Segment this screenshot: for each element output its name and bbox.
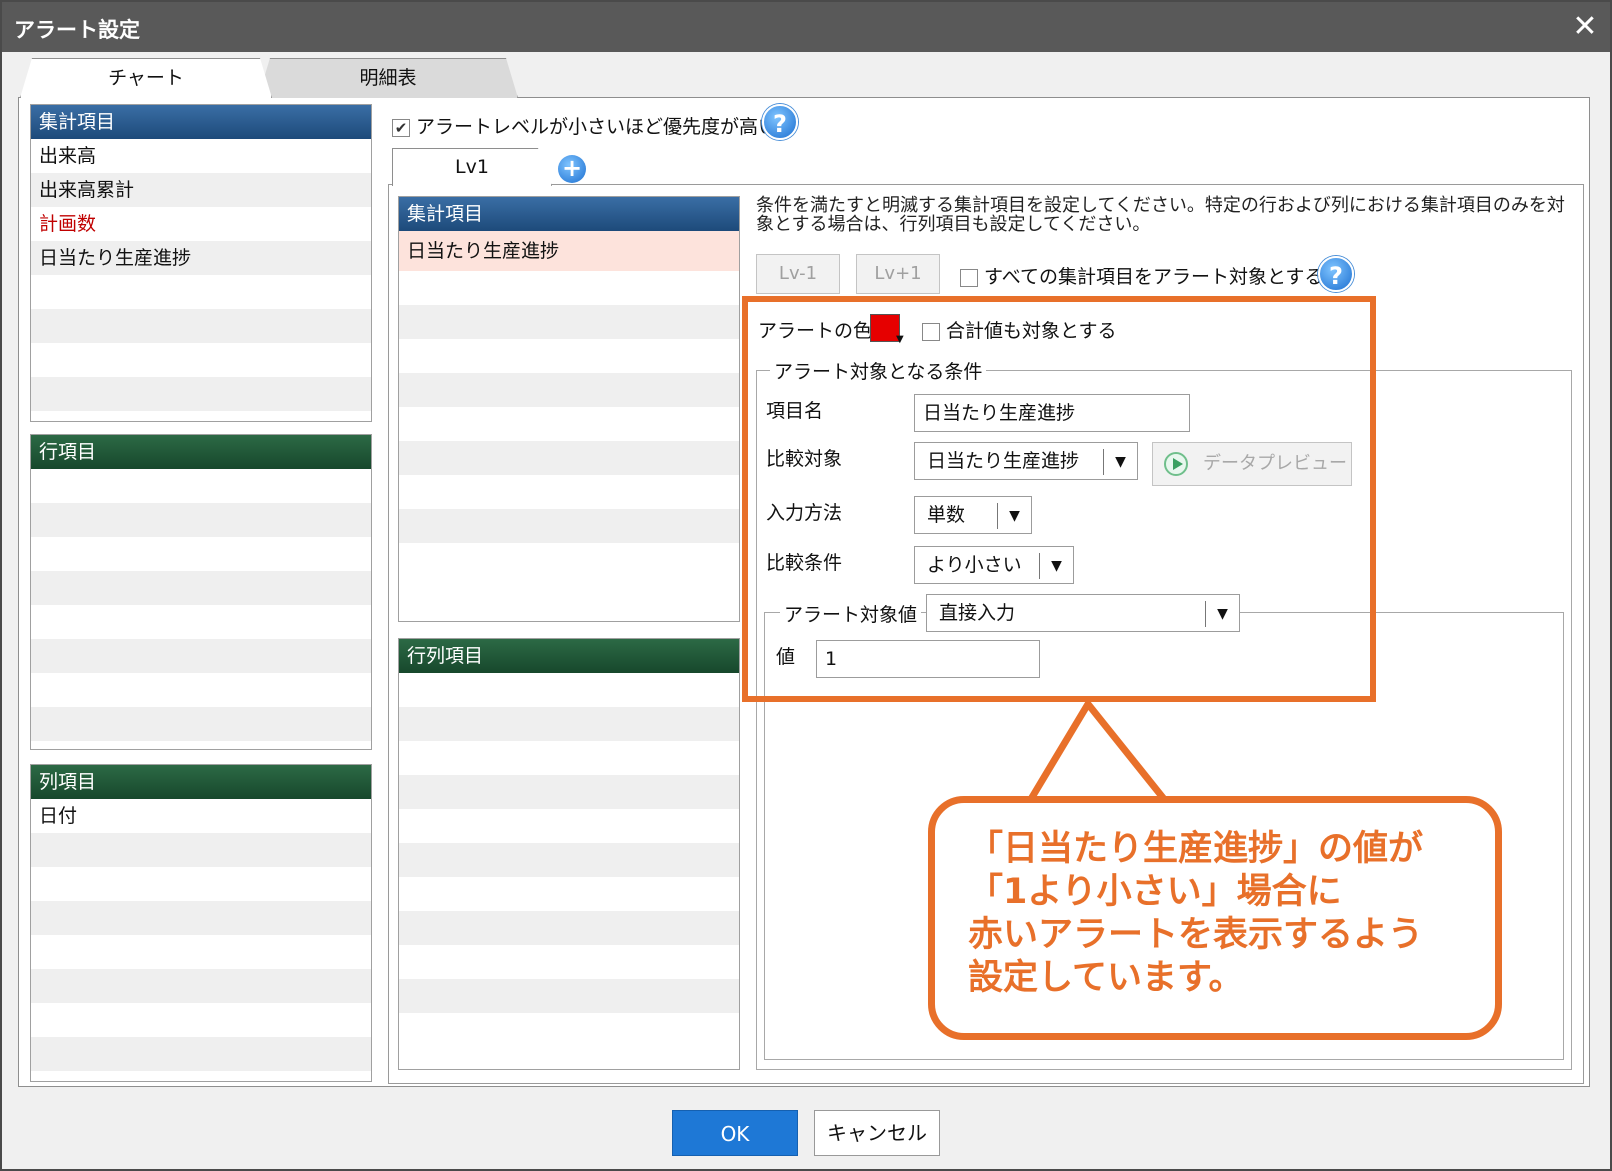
list-item[interactable]: 計画数 bbox=[31, 207, 371, 241]
help-icon[interactable]: ? bbox=[1318, 256, 1354, 292]
callout-line: 「日当たり生産進捗」の値が bbox=[968, 829, 1424, 869]
list-item-empty bbox=[31, 867, 371, 901]
list-item-empty bbox=[399, 441, 739, 475]
list-item-empty bbox=[399, 543, 739, 577]
list-item-empty bbox=[31, 1003, 371, 1037]
tab-level-1[interactable]: Lv1 bbox=[392, 148, 552, 186]
level-rowcol-header: 行列項目 bbox=[399, 639, 739, 673]
aggregate-items-header: 集計項目 bbox=[31, 105, 371, 139]
checkbox-unchecked-icon[interactable] bbox=[960, 268, 978, 287]
list-item-empty bbox=[399, 979, 739, 1013]
list-item-empty bbox=[31, 969, 371, 1003]
list-item-empty bbox=[31, 343, 371, 377]
list-item-selected[interactable]: 日当たり生産進捗 bbox=[399, 231, 739, 271]
list-item[interactable]: 出来高 bbox=[31, 139, 371, 173]
list-item-empty bbox=[399, 877, 739, 911]
list-item-empty bbox=[31, 639, 371, 673]
list-item-empty bbox=[399, 407, 739, 441]
list-item-empty bbox=[31, 309, 371, 343]
list-item-empty bbox=[31, 935, 371, 969]
all-items-checkbox-label: すべての集計項目をアラート対象とする bbox=[984, 266, 1324, 288]
instruction-text: 条件を満たすと明滅する集計項目を設定してください。特定の行および列における集計項… bbox=[756, 195, 1565, 235]
list-item[interactable]: 日付 bbox=[31, 799, 371, 833]
row-items-list: 行項目 bbox=[30, 434, 372, 750]
callout-line: 設定しています。 bbox=[968, 958, 1244, 998]
window-title: アラート設定 bbox=[14, 18, 140, 42]
list-item-empty bbox=[399, 475, 739, 509]
all-items-checkbox[interactable]: すべての集計項目をアラート対象とする bbox=[960, 262, 1323, 289]
column-items-list: 列項目 日付 bbox=[30, 764, 372, 1082]
priority-checkbox-label: アラートレベルが小さいほど優先度が高い bbox=[416, 116, 778, 138]
list-item-empty bbox=[399, 509, 739, 543]
priority-checkbox[interactable]: ✔ アラートレベルが小さいほど優先度が高い bbox=[392, 112, 777, 139]
tab-chart[interactable]: チャート bbox=[20, 58, 272, 98]
list-item-empty bbox=[31, 275, 371, 309]
list-item-empty bbox=[399, 911, 739, 945]
level-aggregate-header: 集計項目 bbox=[399, 197, 739, 231]
callout-line: 「1より小さい」場合に bbox=[968, 872, 1342, 912]
level-rowcol-list: 行列項目 bbox=[398, 638, 740, 1070]
list-item-empty bbox=[399, 707, 739, 741]
list-item-empty bbox=[399, 843, 739, 877]
add-level-icon[interactable]: + bbox=[558, 155, 586, 183]
callout-line: 赤いアラートを表示するよう bbox=[968, 915, 1424, 955]
level-up-button[interactable]: Lv+1 bbox=[856, 254, 940, 294]
close-icon[interactable]: ✕ bbox=[1568, 10, 1602, 44]
list-item-empty bbox=[399, 373, 739, 407]
list-item-empty bbox=[31, 1037, 371, 1071]
list-item-empty bbox=[31, 469, 371, 503]
list-item-empty bbox=[31, 605, 371, 639]
list-item-empty bbox=[31, 901, 371, 935]
list-item-empty bbox=[31, 707, 371, 741]
level-down-button[interactable]: Lv-1 bbox=[756, 254, 840, 294]
list-item-empty bbox=[399, 1013, 739, 1047]
list-item-empty bbox=[31, 503, 371, 537]
level-aggregate-list: 集計項目 日当たり生産進捗 bbox=[398, 196, 740, 622]
highlight-box bbox=[742, 296, 1376, 702]
title-bar: アラート設定 ✕ bbox=[2, 2, 1610, 52]
list-item-empty bbox=[399, 673, 739, 707]
help-icon[interactable]: ? bbox=[762, 104, 798, 140]
list-item-empty bbox=[399, 775, 739, 809]
list-item-empty bbox=[31, 377, 371, 411]
list-item[interactable]: 日当たり生産進捗 bbox=[31, 241, 371, 275]
list-item[interactable]: 出来高累計 bbox=[31, 173, 371, 207]
list-item-empty bbox=[399, 271, 739, 305]
cancel-button[interactable]: キャンセル bbox=[814, 1110, 940, 1156]
list-item-empty bbox=[399, 809, 739, 843]
list-item-empty bbox=[399, 305, 739, 339]
list-item-empty bbox=[31, 833, 371, 867]
aggregate-items-list: 集計項目 出来高 出来高累計 計画数 日当たり生産進捗 bbox=[30, 104, 372, 422]
list-item-empty bbox=[399, 339, 739, 373]
list-item-empty bbox=[399, 741, 739, 775]
list-item-empty bbox=[31, 571, 371, 605]
callout-pointer bbox=[1024, 700, 1172, 808]
ok-button[interactable]: OK bbox=[672, 1110, 798, 1156]
column-items-header: 列項目 bbox=[31, 765, 371, 799]
checkbox-checked-icon[interactable]: ✔ bbox=[392, 118, 410, 137]
list-item-empty bbox=[31, 537, 371, 571]
list-item-empty bbox=[399, 945, 739, 979]
tab-detail-table[interactable]: 明細表 bbox=[258, 58, 518, 98]
row-items-header: 行項目 bbox=[31, 435, 371, 469]
list-item-empty bbox=[31, 673, 371, 707]
callout-text: 「日当たり生産進捗」の値が 「1より小さい」場合に 赤いアラートを表示するよう … bbox=[968, 828, 1488, 1000]
